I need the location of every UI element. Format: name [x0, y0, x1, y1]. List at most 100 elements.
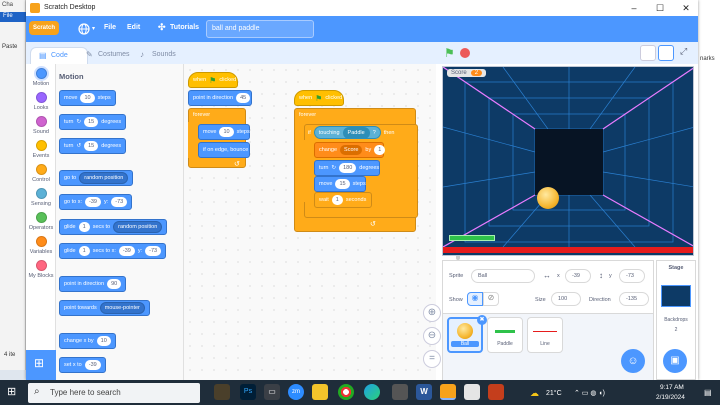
block-point-direction[interactable]: point in direction 90: [59, 276, 127, 292]
notification-icon[interactable]: ▤: [704, 388, 712, 397]
block-glide-xy[interactable]: glide 1 secs to x: -39 y: -73: [59, 243, 167, 259]
script1-point-direction[interactable]: point in direction 45: [188, 90, 252, 106]
choose-backdrop-button[interactable]: ▣: [663, 349, 687, 373]
block-goto-random[interactable]: go to random position: [59, 170, 134, 186]
category-variables[interactable]: Variables: [26, 236, 56, 255]
size-input[interactable]: 100: [551, 292, 581, 306]
y-input[interactable]: -73: [619, 269, 645, 283]
block-input[interactable]: 10: [80, 93, 95, 103]
choose-sprite-button[interactable]: ☺: [621, 349, 645, 373]
fullscreen-icon[interactable]: ⤢: [680, 46, 687, 57]
clock-date[interactable]: 2/19/2024: [656, 394, 685, 401]
script1-hat-block[interactable]: when ⚑ clicked: [188, 72, 238, 88]
score-monitor[interactable]: Score 2: [447, 69, 487, 77]
photoshop-icon[interactable]: Ps: [240, 384, 256, 400]
block-move-steps[interactable]: move 10 steps: [59, 90, 116, 106]
block-input[interactable]: 15: [335, 179, 350, 189]
stage-selector[interactable]: Stage Backdrops 2 ▣: [656, 260, 696, 380]
app-icon[interactable]: [392, 384, 408, 400]
block-set-x[interactable]: set x to -39: [59, 357, 106, 373]
category-looks[interactable]: Looks: [26, 92, 56, 111]
bg-paste-label[interactable]: Paste: [2, 44, 17, 50]
script2-move-steps[interactable]: move 15 steps: [314, 176, 366, 192]
script2-hat-block[interactable]: when ⚑ clicked: [294, 90, 344, 106]
small-stage-button[interactable]: [640, 45, 656, 61]
script-area[interactable]: when ⚑ clicked point in direction 45 foreve…: [184, 64, 460, 380]
block-input[interactable]: 45: [236, 93, 251, 103]
block-change-x[interactable]: change x by 10: [59, 333, 116, 349]
block-input[interactable]: 15: [84, 141, 99, 151]
zoom-reset-button[interactable]: =: [423, 350, 441, 368]
touching-block[interactable]: touching Paddle?: [313, 126, 381, 139]
variable-dropdown[interactable]: Score: [340, 145, 363, 155]
task-view-icon[interactable]: [214, 384, 230, 400]
block-input[interactable]: -73: [145, 246, 162, 256]
category-events[interactable]: Events: [26, 140, 56, 159]
minimize-button[interactable]: –: [622, 2, 646, 14]
project-title-input[interactable]: ball and paddle: [206, 20, 314, 38]
show-hidden-button[interactable]: ⊘: [483, 292, 499, 306]
block-dropdown[interactable]: random position: [79, 172, 129, 184]
line-sprite[interactable]: [443, 247, 693, 253]
file-menu[interactable]: File: [104, 24, 116, 31]
taskbar-search-box[interactable]: ⌕ Type here to search: [28, 383, 200, 403]
block-input[interactable]: 1: [78, 246, 90, 256]
stop-icon[interactable]: [460, 48, 470, 58]
block-goto-xy[interactable]: go to x: -39 y: -73: [59, 194, 133, 210]
block-input[interactable]: 1: [374, 145, 386, 155]
category-sound[interactable]: Sound: [26, 116, 56, 135]
script1-bounce[interactable]: if on edge, bounce: [198, 142, 250, 158]
block-input[interactable]: -39: [84, 360, 101, 370]
block-input[interactable]: 90: [107, 279, 122, 289]
category-control[interactable]: Control: [26, 164, 56, 183]
category-motion[interactable]: Motion: [26, 68, 56, 87]
delete-sprite-button[interactable]: ✖: [477, 315, 487, 325]
edge-icon[interactable]: [364, 384, 380, 400]
zoom-out-button[interactable]: ⊖: [423, 327, 441, 345]
zoom-in-button[interactable]: ⊕: [423, 304, 441, 322]
weather-temp[interactable]: 21°C: [546, 390, 562, 397]
windows-terminal-icon[interactable]: ▭: [264, 384, 280, 400]
green-flag-icon[interactable]: ⚑: [444, 46, 455, 60]
block-input[interactable]: 15: [84, 117, 99, 127]
category-operators[interactable]: Operators: [26, 212, 56, 231]
ball-sprite[interactable]: [537, 187, 559, 209]
scratch-taskbar-icon[interactable]: [440, 384, 456, 400]
change-variable-block[interactable]: change Score by 1: [314, 142, 386, 158]
block-input[interactable]: 10: [96, 336, 111, 346]
sprite-thumb-ball[interactable]: Ball ✖: [447, 315, 487, 353]
file-explorer-icon[interactable]: [312, 384, 328, 400]
block-dropdown[interactable]: mouse-pointer: [99, 302, 145, 314]
maximize-button[interactable]: ☐: [648, 2, 672, 14]
category-my-blocks[interactable]: My Blocks: [26, 260, 56, 279]
add-extension-button[interactable]: ⊞: [26, 350, 56, 380]
bg-file-menu[interactable]: File: [0, 12, 26, 22]
stage[interactable]: Score 2: [442, 66, 694, 256]
block-turn-right[interactable]: turn ↻ 15 degrees: [59, 114, 127, 130]
block-input[interactable]: 1: [331, 195, 343, 205]
block-input[interactable]: 180: [339, 163, 357, 173]
block-point-towards[interactable]: point towards mouse-pointer: [59, 300, 150, 316]
sprite-thumb-paddle[interactable]: Paddle: [487, 317, 523, 353]
sprite-name-input[interactable]: Ball: [471, 269, 535, 283]
scratch-logo[interactable]: Scratch: [29, 21, 59, 35]
category-sensing[interactable]: Sensing: [26, 188, 56, 207]
block-glide-random[interactable]: glide 1 secs to random position: [59, 219, 168, 235]
x-input[interactable]: -39: [565, 269, 591, 283]
script2-turn[interactable]: turn ↻ 180 degrees: [314, 160, 380, 176]
paddle-sprite[interactable]: [449, 235, 495, 241]
show-visible-button[interactable]: ◉: [467, 292, 483, 306]
globe-icon[interactable]: [78, 23, 90, 35]
notepad-icon[interactable]: [464, 384, 480, 400]
system-tray-icons[interactable]: ⌃ ▭ ◍ ◖): [574, 389, 605, 397]
stage-thumbnail[interactable]: [661, 285, 691, 307]
block-input[interactable]: 10: [219, 127, 234, 137]
chrome-icon[interactable]: [338, 384, 354, 400]
script2-wait[interactable]: wait 1 seconds: [314, 192, 372, 208]
word-icon[interactable]: W: [416, 384, 432, 400]
block-input[interactable]: -39: [85, 197, 101, 207]
close-button[interactable]: ✕: [674, 2, 698, 14]
tab-sounds[interactable]: ♪ Sounds: [132, 47, 192, 64]
direction-input[interactable]: -135: [619, 292, 649, 306]
block-turn-left[interactable]: turn ↺ 15 degrees: [59, 138, 127, 154]
